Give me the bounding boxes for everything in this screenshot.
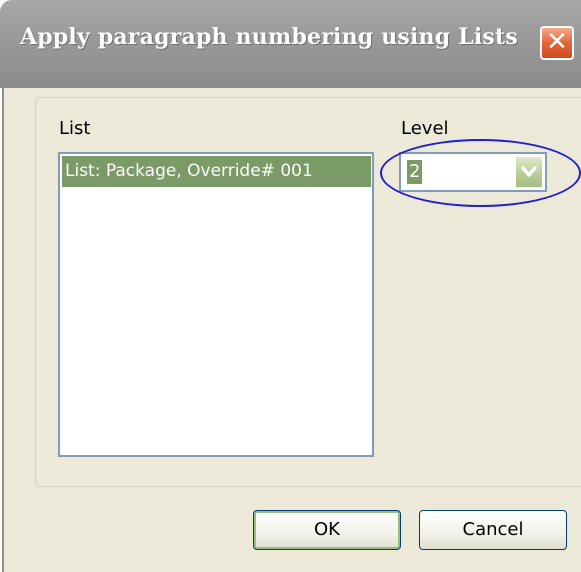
list-listbox[interactable]: List: Package, Override# 001	[58, 152, 374, 457]
level-dropdown-button[interactable]	[515, 156, 543, 188]
level-dropdown[interactable]: 2	[399, 152, 547, 192]
level-value: 2	[407, 160, 423, 184]
title-bar[interactable]: Apply paragraph numbering using Lists ✕	[0, 0, 581, 88]
level-label: Level	[401, 118, 449, 139]
close-icon: ✕	[546, 27, 568, 57]
dialog-title: Apply paragraph numbering using Lists	[20, 24, 518, 50]
chevron-down-icon	[521, 166, 537, 177]
close-button[interactable]: ✕	[540, 26, 574, 60]
cancel-button[interactable]: Cancel	[419, 510, 567, 550]
list-item[interactable]: List: Package, Override# 001	[62, 156, 371, 187]
dialog-window: Apply paragraph numbering using Lists ✕ …	[0, 0, 581, 572]
list-label: List	[59, 118, 91, 139]
ok-button[interactable]: OK	[253, 510, 401, 550]
